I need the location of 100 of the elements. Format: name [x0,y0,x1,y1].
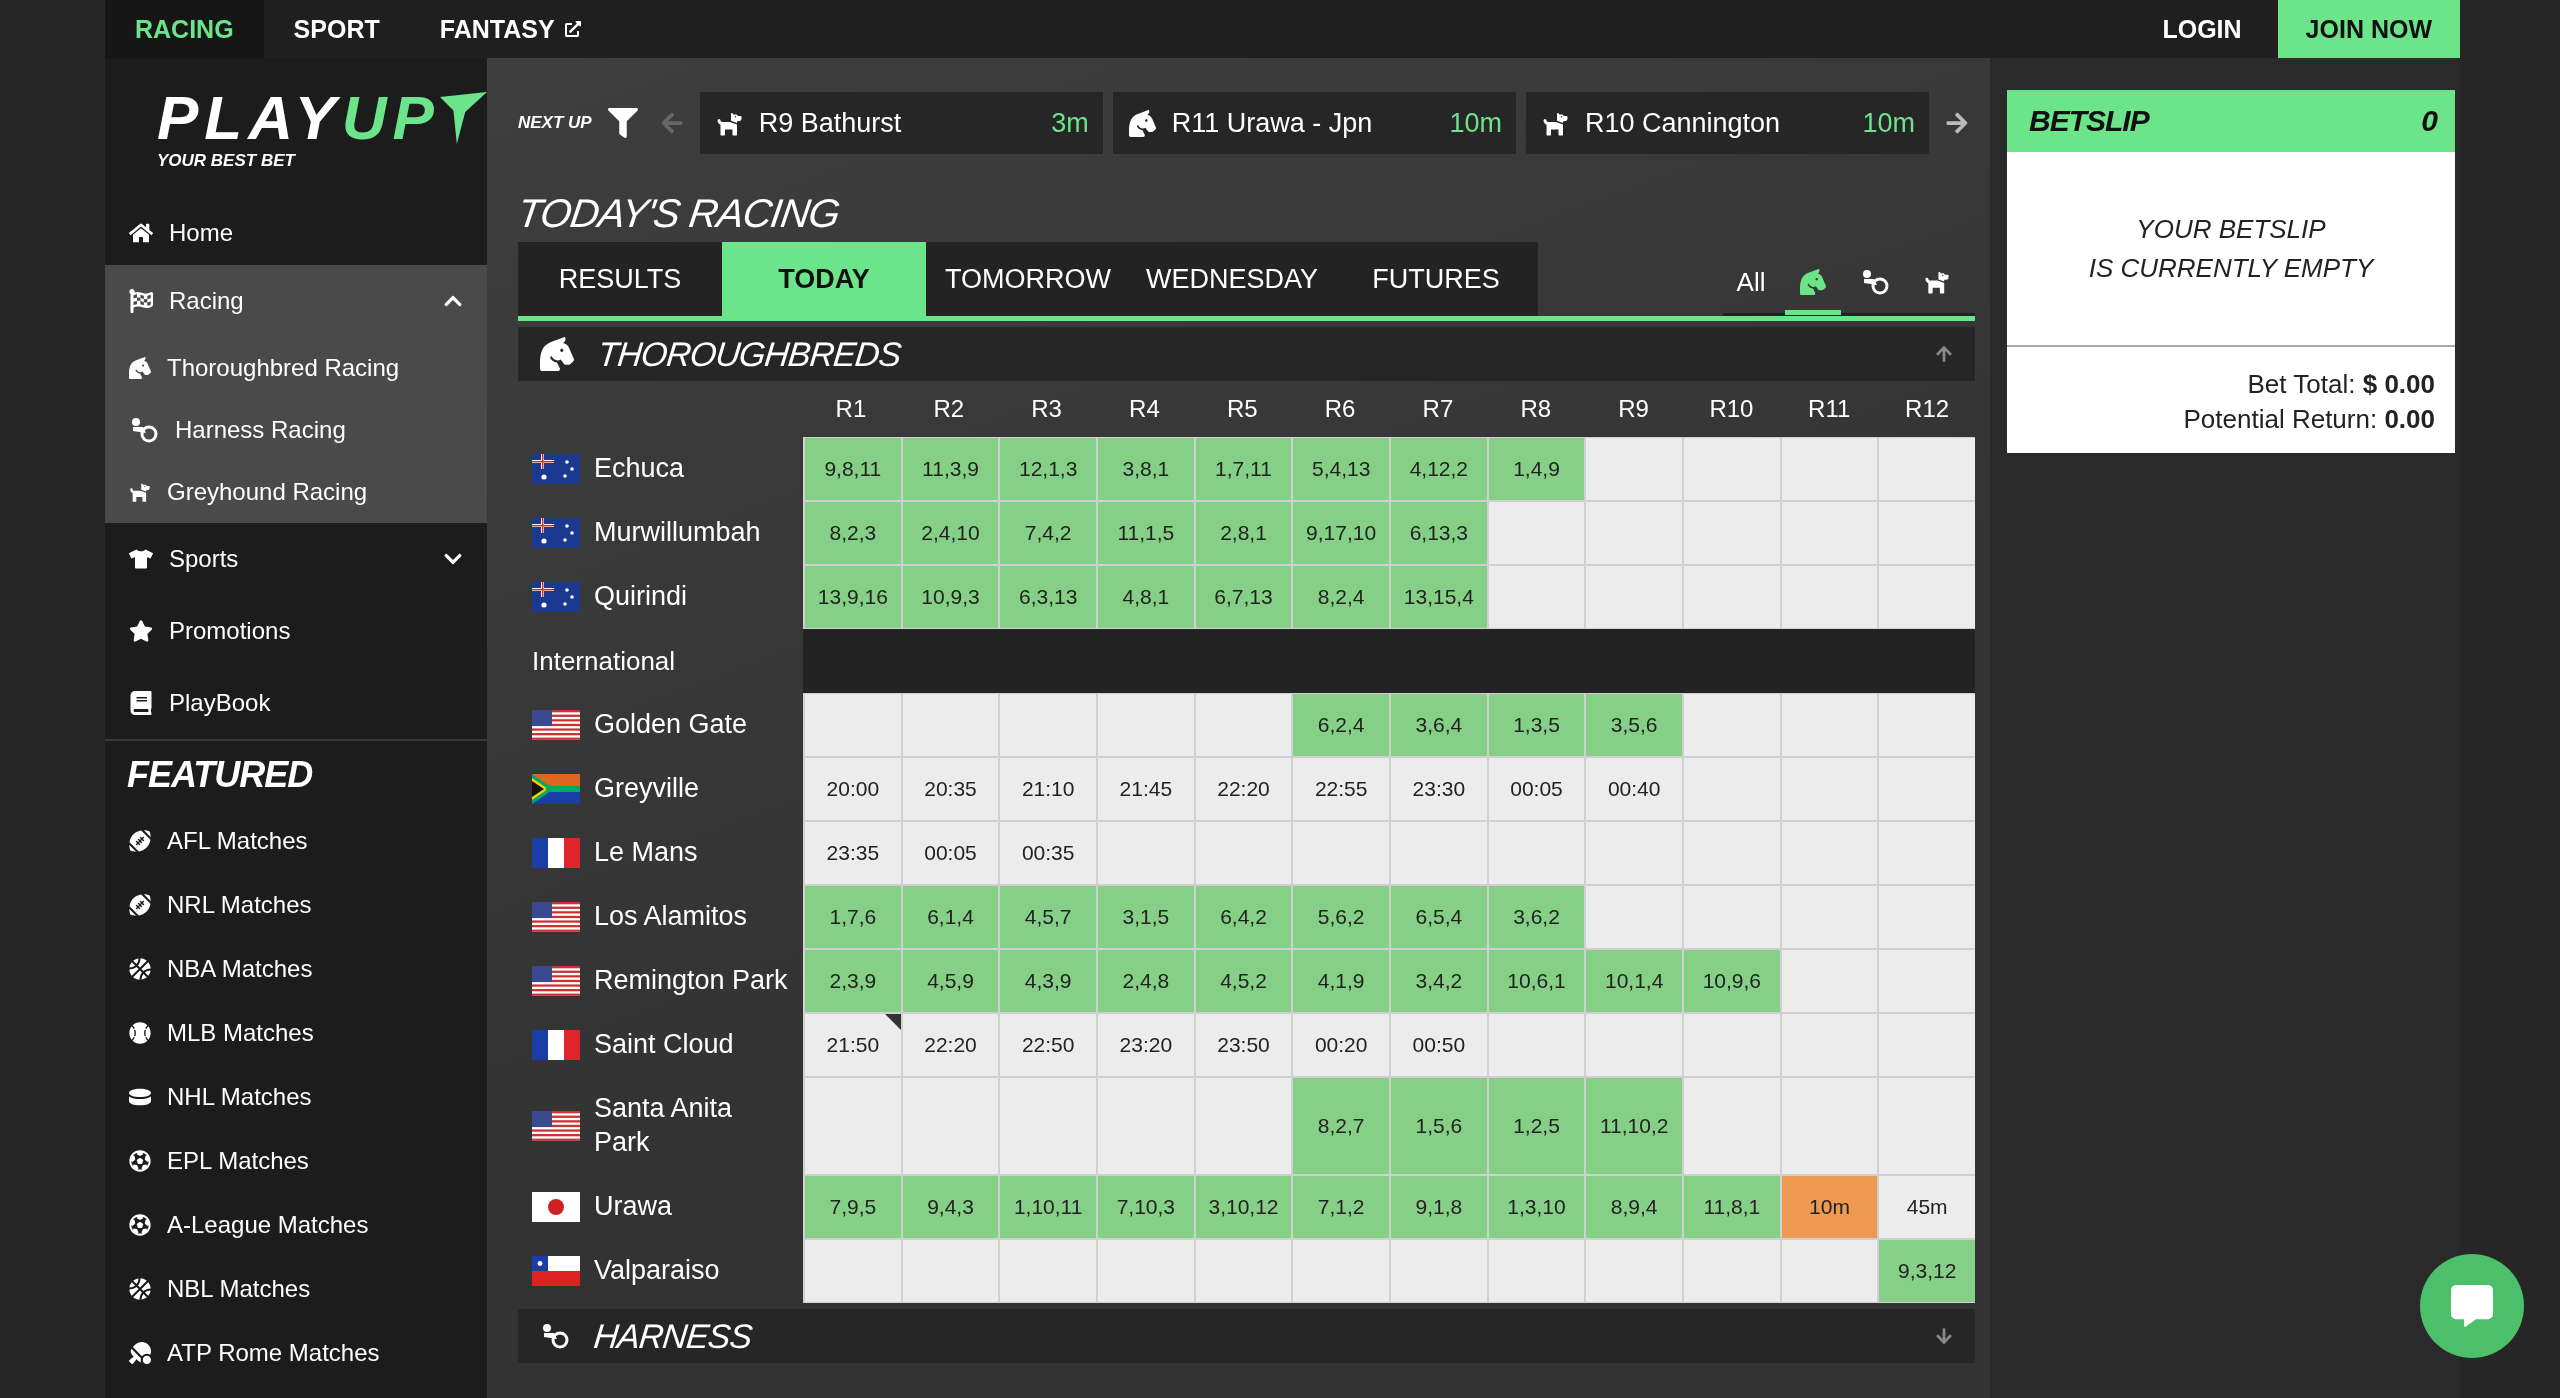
race-cell[interactable]: 5,4,13 [1293,438,1389,500]
venue-name[interactable]: Le Mans [594,836,698,870]
race-cell[interactable]: 6,3,13 [1000,566,1096,628]
featured-item[interactable]: NRL Matches [105,873,487,937]
venue-name[interactable]: Greyville [594,772,700,806]
race-cell[interactable]: 1,3,10 [1488,1176,1585,1238]
race-cell[interactable]: 4,5,9 [902,950,999,1012]
featured-item[interactable]: NBA Matches [105,937,487,1001]
race-cell[interactable]: 3,5,6 [1586,694,1682,756]
join-now-button[interactable]: JOIN NOW [2277,0,2460,58]
sidebar-subitem[interactable]: Greyhound Racing [105,461,487,523]
race-cell[interactable]: 10,9,3 [902,566,999,628]
race-cell[interactable]: 10,6,1 [1488,950,1585,1012]
venue-name[interactable]: Los Alamitos [594,900,748,934]
race-cell[interactable]: 11,10,2 [1586,1078,1682,1174]
race-cell[interactable]: 11,8,1 [1684,1176,1780,1238]
race-cell[interactable]: 7,10,3 [1098,1176,1194,1238]
race-cell[interactable]: 7,1,2 [1293,1176,1389,1238]
race-cell[interactable]: 6,4,2 [1195,886,1292,948]
race-cell[interactable]: 20:00 [805,758,901,820]
featured-item[interactable]: AFL Matches [105,809,487,873]
race-cell[interactable]: 6,1,4 [902,886,999,948]
race-cell[interactable]: 4,5,7 [1000,886,1096,948]
login-button[interactable]: LOGIN [2126,0,2278,58]
race-cell[interactable]: 9,8,11 [805,438,901,500]
race-cell[interactable]: 23:50 [1195,1014,1292,1076]
race-cell[interactable]: 22:20 [902,1014,999,1076]
venue-name[interactable]: Valparaiso [594,1254,720,1288]
race-cell[interactable]: 4,1,9 [1293,950,1389,1012]
day-tab[interactable]: WEDNESDAY [1130,242,1334,316]
race-cell[interactable]: 6,13,3 [1391,502,1487,564]
race-cell[interactable]: 8,2,4 [1293,566,1389,628]
race-cell[interactable]: 23:30 [1391,758,1487,820]
venue-name[interactable]: Remington Park [594,964,788,998]
race-cell[interactable]: 2,8,1 [1195,502,1292,564]
race-cell[interactable]: 3,8,1 [1098,438,1194,500]
next-race-card[interactable]: R11 Urawa - Jpn 10m [1112,92,1516,154]
venue-name[interactable]: Murwillumbah [594,516,761,550]
sidebar-item[interactable]: Racing [105,265,487,337]
race-cell[interactable]: 22:50 [1000,1014,1096,1076]
day-tab[interactable]: TOMORROW [926,242,1130,316]
race-cell[interactable]: 10m [1781,1176,1878,1238]
race-cell[interactable]: 9,3,12 [1879,1240,1975,1302]
race-cell[interactable]: 8,2,7 [1293,1078,1389,1174]
sidebar-item[interactable]: Sports [105,523,487,595]
race-cell[interactable]: 12,1,3 [1000,438,1096,500]
race-cell[interactable]: 23:20 [1098,1014,1194,1076]
race-cell[interactable]: 00:50 [1391,1014,1487,1076]
race-cell[interactable]: 8,2,3 [805,502,901,564]
featured-item[interactable]: MLB Matches [105,1001,487,1065]
race-cell[interactable]: 11,3,9 [902,438,999,500]
race-cell[interactable]: 1,10,11 [1000,1176,1096,1238]
sidebar-subitem[interactable]: Thoroughbred Racing [105,337,487,399]
race-cell[interactable]: 6,2,4 [1293,694,1389,756]
venue-name[interactable]: Quirindi [594,580,688,614]
race-cell[interactable]: 21:50 [805,1014,901,1076]
featured-item[interactable]: ATP Rome Matches [105,1321,487,1385]
day-tab[interactable]: RESULTS [518,242,722,316]
race-cell[interactable]: 9,17,10 [1293,502,1389,564]
day-tab[interactable]: FUTURES [1334,242,1538,316]
race-cell[interactable]: 9,4,3 [902,1176,999,1238]
race-cell[interactable]: 00:20 [1293,1014,1389,1076]
race-cell[interactable]: 3,6,4 [1391,694,1487,756]
venue-name[interactable]: Saint Cloud [594,1028,734,1062]
featured-item[interactable]: NHL Matches [105,1065,487,1129]
race-cell[interactable]: 13,9,16 [805,566,901,628]
race-cell[interactable]: 3,10,12 [1195,1176,1292,1238]
featured-item[interactable]: NBL Matches [105,1257,487,1321]
race-cell[interactable]: 1,7,11 [1195,438,1292,500]
race-cell[interactable]: 6,5,4 [1391,886,1487,948]
race-cell[interactable]: 00:40 [1586,758,1682,820]
sidebar-subitem[interactable]: Harness Racing [105,399,487,461]
sidebar-item[interactable]: Promotions [105,595,487,667]
sidebar-item[interactable]: Home [105,200,487,265]
race-cell[interactable]: 6,7,13 [1195,566,1292,628]
venue-name[interactable]: Golden Gate [594,708,748,742]
race-cell[interactable]: 4,5,2 [1195,950,1292,1012]
race-cell[interactable]: 20:35 [902,758,999,820]
race-cell[interactable]: 21:10 [1000,758,1096,820]
race-cell[interactable]: 10,1,4 [1586,950,1682,1012]
race-cell[interactable]: 2,3,9 [805,950,901,1012]
race-cell[interactable]: 7,4,2 [1000,502,1096,564]
top-nav-tab[interactable]: RACING [105,0,264,58]
next-race-card[interactable]: R9 Bathurst 3m [699,92,1103,154]
venue-name[interactable]: Urawa [594,1190,673,1224]
race-cell[interactable]: 4,3,9 [1000,950,1096,1012]
race-cell[interactable]: 22:20 [1195,758,1292,820]
race-cell[interactable]: 5,6,2 [1293,886,1389,948]
race-cell[interactable]: 1,7,6 [805,886,901,948]
section-header[interactable]: THOROUGHBREDS [518,327,1975,381]
featured-item[interactable]: EPL Matches [105,1129,487,1193]
sidebar-item[interactable]: PlayBook [105,667,487,739]
race-cell[interactable]: 22:55 [1293,758,1389,820]
race-cell[interactable]: 45m [1879,1176,1975,1238]
race-cell[interactable]: 3,6,2 [1488,886,1585,948]
venue-name[interactable]: Santa Anita Park [594,1092,764,1160]
race-cell[interactable]: 10,9,6 [1684,950,1780,1012]
day-tab[interactable]: TODAY [722,242,926,316]
venue-name[interactable]: Echuca [594,452,685,486]
top-nav-tab[interactable]: SPORT [263,0,410,58]
